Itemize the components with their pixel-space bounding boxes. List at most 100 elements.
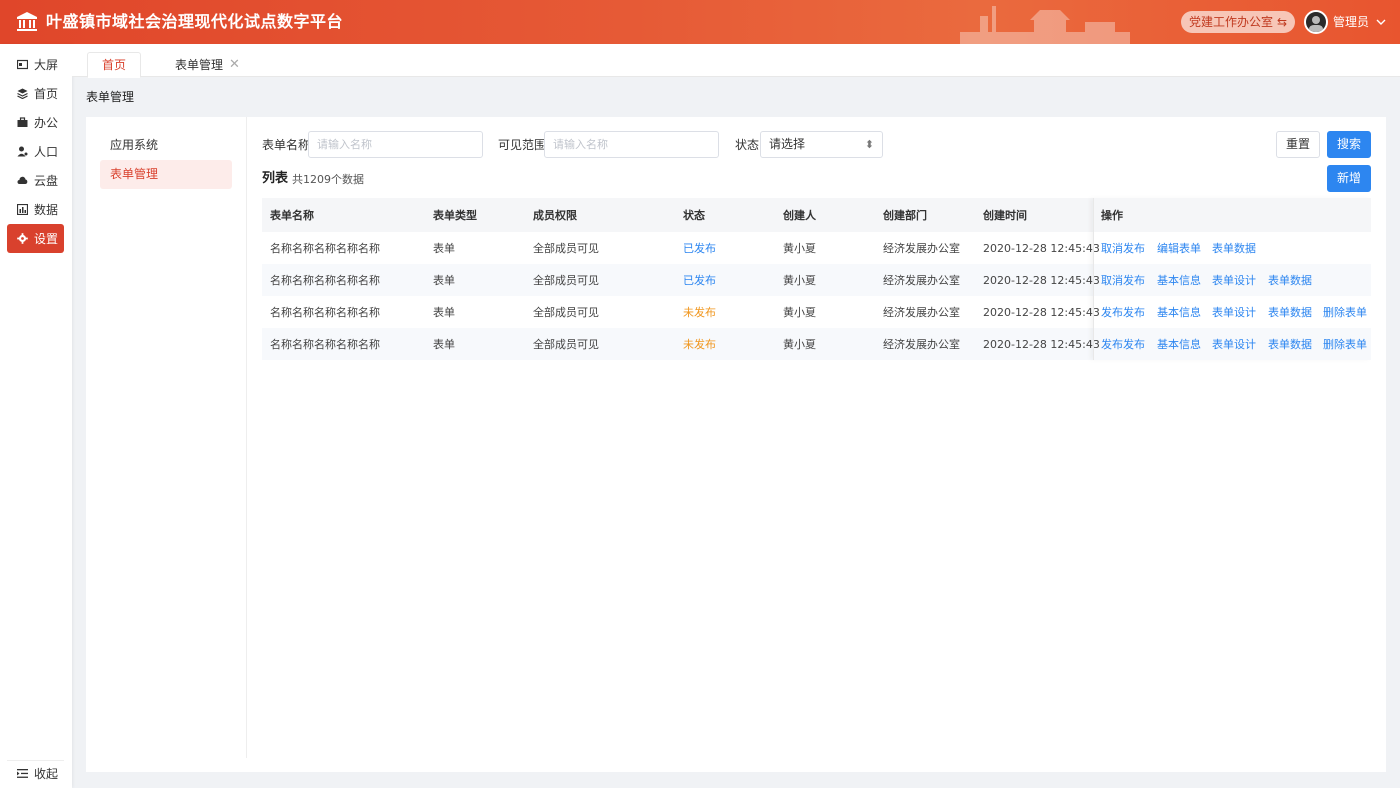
cell-creator: 黄小夏: [783, 274, 816, 287]
user-name[interactable]: 管理员: [1333, 13, 1369, 31]
col-header-department: 创建部门: [883, 209, 927, 222]
main-card: 应用系统 表单管理 表单名称 请输入名称 可见范围 请输入名称 状态 请选择 ⬍…: [86, 117, 1386, 772]
table-row: 名称名称名称名称名称 表单 全部成员可见 已发布 黄小夏 经济发展办公室 202…: [262, 232, 1371, 264]
cell-status: 已发布: [683, 242, 716, 255]
table-row: 名称名称名称名称名称 表单 全部成员可见 未发布 黄小夏 经济发展办公室 202…: [262, 328, 1371, 360]
cell-name: 名称名称名称名称名称: [270, 306, 380, 319]
sidebar-item-label: 云盘: [34, 174, 59, 188]
cell-status: 已发布: [683, 274, 716, 287]
scope-input[interactable]: 请输入名称: [544, 131, 719, 158]
left-menu-item-app-system[interactable]: 应用系统: [100, 131, 232, 160]
unpublish-link[interactable]: 取消发布: [1101, 264, 1145, 296]
reset-button[interactable]: 重置: [1276, 131, 1320, 158]
sidebar-item-label: 人口: [34, 145, 59, 159]
basic-info-link[interactable]: 基本信息: [1157, 328, 1201, 360]
cell-permission: 全部成员可见: [533, 274, 599, 287]
institution-icon: [17, 12, 37, 31]
sidebar-item-label: 设置: [34, 232, 59, 246]
cell-type: 表单: [433, 338, 455, 351]
form-data-link[interactable]: 表单数据: [1268, 328, 1312, 360]
cell-created-time: 2020-12-28 12:45:43: [983, 337, 1100, 351]
form-data-link[interactable]: 表单数据: [1212, 232, 1256, 264]
swap-icon: ⇆: [1277, 15, 1288, 29]
cell-status: 未发布: [683, 306, 716, 319]
cell-type: 表单: [433, 306, 455, 319]
search-button[interactable]: 搜索: [1327, 131, 1371, 158]
collapse-sidebar-button[interactable]: 收起: [7, 760, 64, 786]
sidebar-item-screen[interactable]: 大屏: [7, 50, 64, 79]
cell-created-time: 2020-12-28 12:45:43: [983, 273, 1100, 287]
chevron-down-icon[interactable]: [1375, 14, 1387, 30]
status-select[interactable]: 请选择 ⬍: [760, 131, 883, 158]
status-select-value: 请选择: [769, 137, 806, 151]
publish-link[interactable]: 发布发布: [1101, 296, 1145, 328]
avatar[interactable]: [1304, 10, 1328, 34]
form-data-link[interactable]: 表单数据: [1268, 296, 1312, 328]
sidebar-item-cloud[interactable]: 云盘: [7, 166, 64, 195]
tab-label: 表单管理: [175, 58, 224, 72]
form-design-link[interactable]: 表单设计: [1212, 264, 1256, 296]
basic-info-link[interactable]: 基本信息: [1157, 296, 1201, 328]
cell-created-time: 2020-12-28 12:45:43: [983, 241, 1100, 255]
sidebar-item-label: 首页: [34, 87, 59, 101]
sidebar-item-label: 大屏: [34, 58, 59, 72]
unpublish-link[interactable]: 取消发布: [1101, 232, 1145, 264]
list-title: 列表: [262, 171, 289, 186]
tab-home[interactable]: 首页: [87, 52, 141, 78]
tab-bar: 首页 表单管理 ✕: [72, 44, 1400, 78]
sidebar-item-data[interactable]: 数据: [7, 195, 64, 224]
col-header-actions: 操作: [1101, 209, 1123, 222]
col-header-name: 表单名称: [270, 209, 314, 222]
sidebar-item-population[interactable]: 人口: [7, 137, 64, 166]
select-arrows-icon: ⬍: [864, 138, 874, 151]
form-name-input[interactable]: 请输入名称: [308, 131, 483, 158]
cell-type: 表单: [433, 274, 455, 287]
form-data-link[interactable]: 表单数据: [1268, 264, 1312, 296]
collapse-label: 收起: [34, 767, 59, 781]
cell-department: 经济发展办公室: [883, 242, 960, 255]
add-button[interactable]: 新增: [1327, 165, 1371, 192]
delete-form-link[interactable]: 删除表单: [1323, 296, 1367, 328]
cell-department: 经济发展办公室: [883, 306, 960, 319]
cell-creator: 黄小夏: [783, 242, 816, 255]
left-menu-item-form-management[interactable]: 表单管理: [100, 160, 232, 189]
cell-permission: 全部成员可见: [533, 242, 599, 255]
skyline-decoration: [960, 6, 1130, 44]
left-menu: 应用系统 表单管理: [86, 117, 247, 758]
form-design-link[interactable]: 表单设计: [1212, 296, 1256, 328]
scope-label: 可见范围: [498, 138, 547, 152]
sidebar-item-settings[interactable]: 设置: [7, 224, 64, 253]
form-table: 表单名称 表单类型 成员权限 状态 创建人 创建部门 创建时间 操作 名称名称名…: [262, 198, 1371, 360]
sidebar-item-home[interactable]: 首页: [7, 79, 64, 108]
cell-department: 经济发展办公室: [883, 274, 960, 287]
basic-info-link[interactable]: 基本信息: [1157, 264, 1201, 296]
table-row: 名称名称名称名称名称 表单 全部成员可见 已发布 黄小夏 经济发展办公室 202…: [262, 264, 1371, 296]
cell-creator: 黄小夏: [783, 338, 816, 351]
col-header-status: 状态: [683, 209, 705, 222]
delete-form-link[interactable]: 删除表单: [1323, 328, 1367, 360]
page-title: 表单管理: [86, 90, 135, 104]
tab-form-management[interactable]: 表单管理 ✕: [159, 52, 256, 78]
close-icon[interactable]: ✕: [229, 53, 240, 77]
person-icon: [17, 146, 28, 157]
list-count: 共1209个数据: [292, 173, 364, 186]
sidebar: 大屏 首页 办公 人口 云盘 数据 设置 收起: [0, 44, 72, 788]
app-title: 叶盛镇市域社会治理现代化试点数字平台: [46, 12, 344, 31]
screen-icon: [17, 59, 28, 70]
sidebar-item-label: 办公: [34, 116, 59, 130]
publish-link[interactable]: 发布发布: [1101, 328, 1145, 360]
cloud-icon: [17, 176, 28, 184]
table-header: 表单名称 表单类型 成员权限 状态 创建人 创建部门 创建时间 操作: [262, 198, 1371, 232]
sidebar-item-office[interactable]: 办公: [7, 108, 64, 137]
cell-status: 未发布: [683, 338, 716, 351]
cell-name: 名称名称名称名称名称: [270, 274, 380, 287]
layers-icon: [17, 88, 28, 99]
sidebar-item-label: 数据: [34, 203, 59, 217]
form-design-link[interactable]: 表单设计: [1212, 328, 1256, 360]
office-button-label: 党建工作办公室: [1189, 15, 1274, 29]
switch-office-button[interactable]: 党建工作办公室 ⇆: [1181, 11, 1296, 33]
edit-form-link[interactable]: 编辑表单: [1157, 232, 1201, 264]
top-header: 叶盛镇市域社会治理现代化试点数字平台 党建工作办公室 ⇆ 管理员: [0, 0, 1400, 44]
cell-name: 名称名称名称名称名称: [270, 242, 380, 255]
cell-created-time: 2020-12-28 12:45:43: [983, 305, 1100, 319]
